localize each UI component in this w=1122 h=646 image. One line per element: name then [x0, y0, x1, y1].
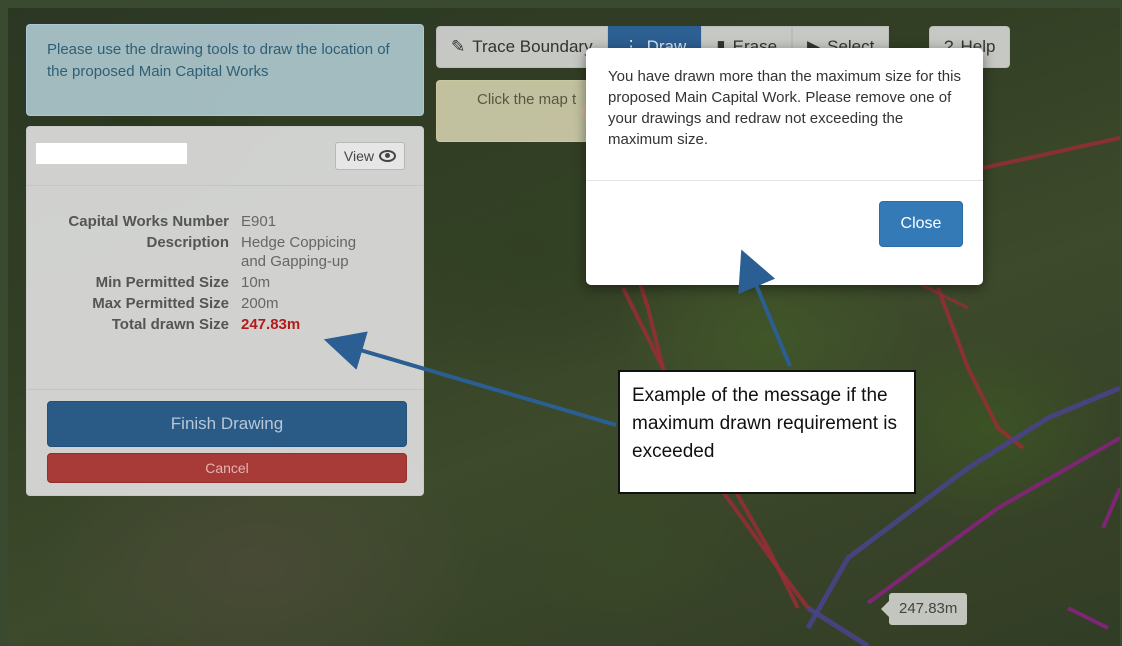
finish-drawing-button[interactable]: Finish Drawing [47, 401, 407, 447]
detail-row: Max Permitted Size 200m [37, 294, 381, 313]
detail-label: Description [146, 234, 229, 251]
details-list: Capital Works Number E901 Description He… [37, 212, 381, 336]
pencil-icon: ✎ [451, 37, 466, 56]
instructions-panel: Please use the drawing tools to draw the… [26, 24, 424, 116]
detail-row: Total drawn Size 247.83m [37, 315, 381, 334]
view-button[interactable]: View [334, 142, 405, 170]
total-drawn-size-value: 247.83m [241, 316, 301, 333]
detail-row: Capital Works Number E901 [37, 212, 381, 231]
close-button[interactable]: Close [879, 201, 963, 247]
detail-label: Total drawn Size [111, 316, 229, 333]
redacted-field [36, 143, 187, 164]
instructions-text: Please use the drawing tools to draw the… [47, 41, 390, 80]
details-panel: View Capital Works Number E901 Descripti… [26, 126, 424, 496]
annotation-callout: Example of the message if the maximum dr… [618, 370, 916, 494]
detail-row: Description Hedge Coppicing and Gapping-… [37, 233, 381, 271]
length-label: 247.83m [880, 593, 968, 625]
divider [27, 389, 423, 390]
details-header: View [27, 127, 423, 186]
detail-label: Capital Works Number [68, 213, 229, 230]
eye-icon [379, 150, 396, 162]
dialog-message: You have drawn more than the maximum siz… [608, 68, 961, 148]
max-size-dialog: You have drawn more than the maximum siz… [586, 48, 983, 285]
detail-label: Min Permitted Size [95, 274, 229, 291]
detail-value: Hedge Coppicing and Gapping-up [241, 234, 357, 270]
dialog-body: You have drawn more than the maximum siz… [586, 48, 983, 180]
cancel-button[interactable]: Cancel [47, 453, 407, 483]
callout-text: Example of the message if the maximum dr… [632, 385, 898, 462]
detail-label: Max Permitted Size [92, 295, 229, 312]
detail-value: E901 [241, 213, 277, 230]
detail-value: 10m [241, 274, 271, 291]
trace-boundary-button[interactable]: ✎ Trace Boundary [436, 26, 608, 68]
hint-text: Click the map t [477, 91, 577, 108]
detail-row: Min Permitted Size 10m [37, 273, 381, 292]
view-label: View [343, 148, 374, 164]
dialog-footer: Close [586, 180, 983, 285]
detail-value: 200m [241, 295, 279, 312]
tool-label: Trace Boundary [472, 37, 593, 56]
